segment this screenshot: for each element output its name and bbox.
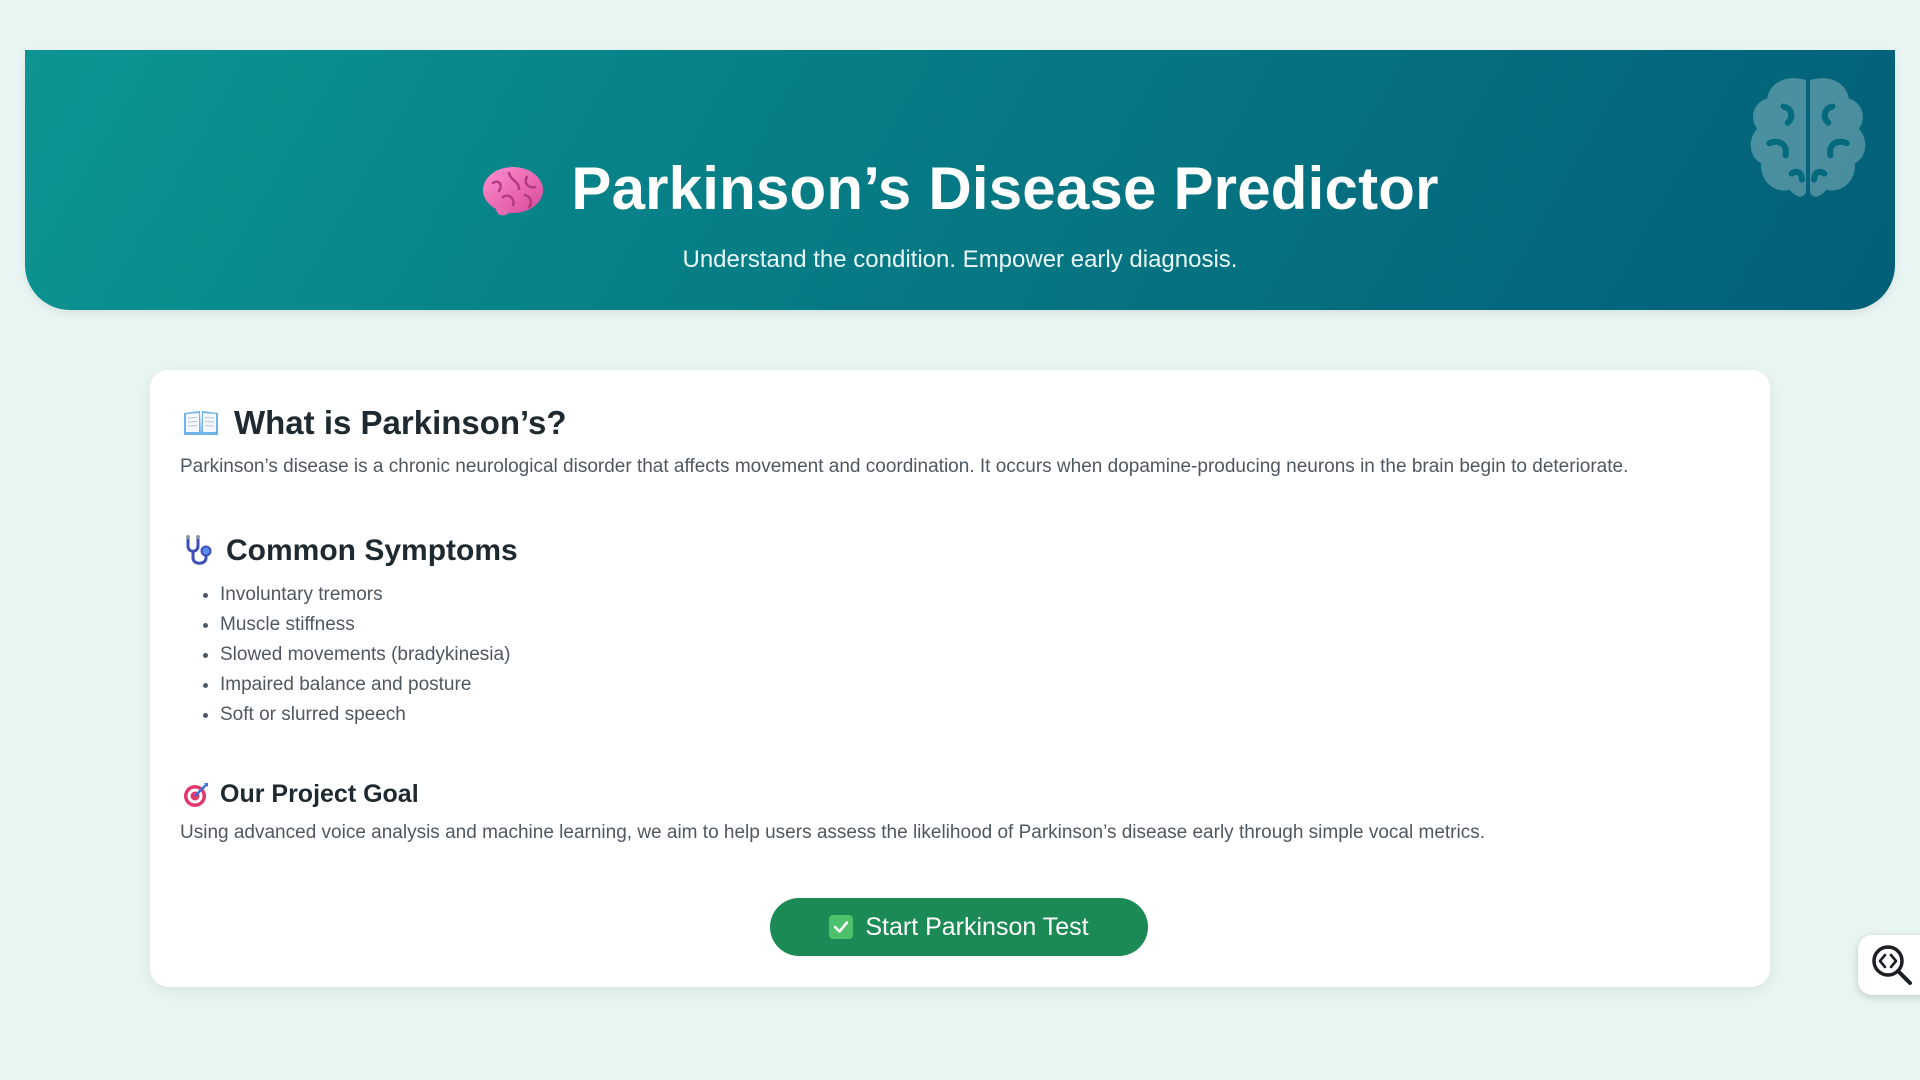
target-icon [184,782,208,807]
brain-emoji-icon [483,166,544,215]
page-title: Parkinson’s Disease Predictor [571,155,1439,222]
floating-tool-button[interactable] [1858,935,1920,995]
what-heading-row: What is Parkinson’s? [182,404,567,442]
hero-subtitle: Understand the condition. Empower early … [682,246,1238,273]
list-item: Involuntary tremors [220,580,510,610]
symptoms-heading: Common Symptoms [226,534,518,567]
start-test-button[interactable]: Start Parkinson Test [770,898,1148,956]
list-item: Impaired balance and posture [220,670,510,700]
symptoms-heading-row: Common Symptoms [182,534,518,568]
start-test-label: Start Parkinson Test [865,912,1089,941]
hero-title-row: Parkinson’s Disease Predictor [25,154,1895,223]
code-search-icon [1872,945,1912,985]
goal-heading-row: Our Project Goal [182,780,419,809]
goal-heading: Our Project Goal [220,780,419,808]
symptoms-list: Involuntary tremors Muscle stiffness Slo… [180,580,510,730]
list-item: Soft or slurred speech [220,700,510,730]
what-description: Parkinson’s disease is a chronic neurolo… [180,456,1629,477]
goal-description: Using advanced voice analysis and machin… [180,822,1485,843]
check-box-icon [829,915,854,939]
hero-banner: Parkinson’s Disease Predictor Understand… [25,50,1895,310]
stethoscope-icon [186,535,212,565]
open-book-icon [184,411,218,435]
list-item: Slowed movements (bradykinesia) [220,640,510,670]
info-card: What is Parkinson’s? Parkinson’s disease… [150,370,1770,987]
what-heading: What is Parkinson’s? [234,404,567,441]
list-item: Muscle stiffness [220,610,510,640]
